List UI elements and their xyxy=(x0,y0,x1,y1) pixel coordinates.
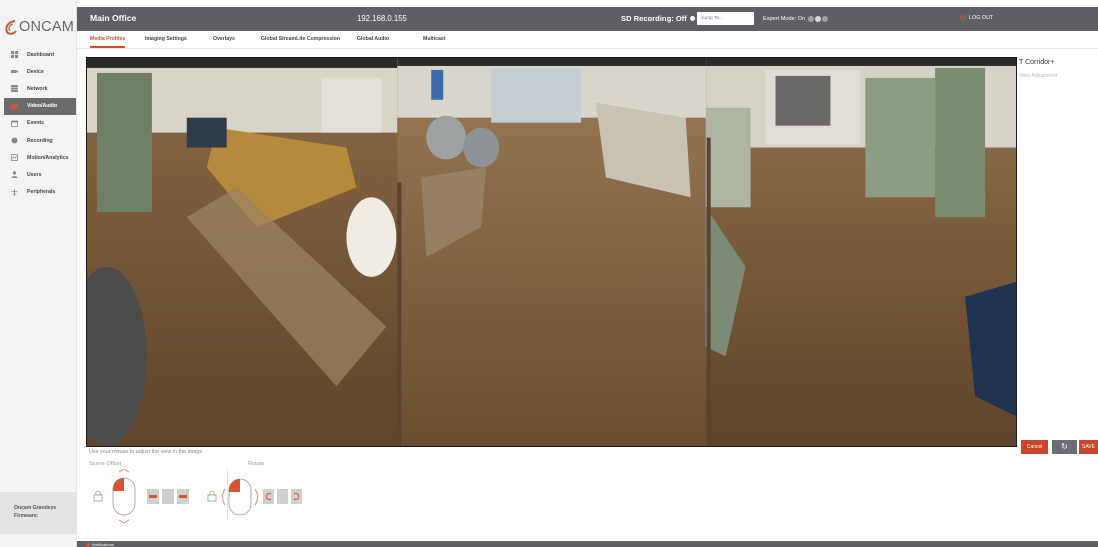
sidebar-item-users[interactable]: Users xyxy=(4,166,76,183)
sidebar-item-label: Video/Audio xyxy=(27,103,58,110)
sidebar-item-label: Motion/Analytics xyxy=(27,154,69,161)
rotate-label: Rotate xyxy=(248,461,265,467)
toggle-dot-icon xyxy=(815,16,822,22)
notifications-label: Notifications xyxy=(92,542,114,547)
sidebar-item-label: Network xyxy=(27,85,48,92)
rotate-keys[interactable] xyxy=(263,489,303,504)
toggle-dot-icon xyxy=(808,16,815,22)
jump-to-input[interactable] xyxy=(697,12,754,25)
header-bar: Main Office 192.168.0.155 SD Recording: … xyxy=(77,7,1098,31)
view-adjustment-label: View Adjustment xyxy=(1019,73,1058,79)
camera-view[interactable] xyxy=(86,57,1017,447)
sidebar: ONCAM Dashboard Device Network Video/Aud… xyxy=(0,0,77,547)
sidebar-item-label: Recording xyxy=(27,137,53,144)
active-tab-indicator xyxy=(90,46,125,48)
sidebar-item-dashboard[interactable]: Dashboard xyxy=(4,46,76,63)
notification-dot-icon xyxy=(86,542,90,547)
sidebar-item-recording[interactable]: Recording xyxy=(4,132,76,149)
calendar-icon xyxy=(11,120,18,127)
tab-imaging-settings[interactable]: Imaging Settings xyxy=(145,36,187,42)
logout-label: LOG OUT xyxy=(969,15,994,21)
notifications-bar[interactable]: Notifications xyxy=(77,541,1098,547)
network-icon xyxy=(11,85,18,93)
ip-address: 192.168.0.155 xyxy=(357,14,407,23)
grid-icon xyxy=(11,51,18,59)
expert-mode: Expert Mode: On xyxy=(763,15,833,23)
scene-offset-keys[interactable] xyxy=(147,489,189,504)
sidebar-item-motion-analytics[interactable]: Motion/Analytics xyxy=(4,149,76,166)
tab-global-streamlite-compression[interactable]: Global StreamLite Compression xyxy=(261,36,340,42)
firmware-label: Firmware: xyxy=(14,512,39,519)
refresh-button[interactable]: ↻ xyxy=(1052,440,1077,454)
motion-icon xyxy=(11,154,18,162)
camera-icon xyxy=(11,68,18,75)
camera-image xyxy=(87,58,1016,446)
view-hint: Use your mouse to adjust the view in the… xyxy=(89,449,203,455)
profile-name: T Corridor+ xyxy=(1019,59,1055,66)
sidebar-item-label: Dashboard xyxy=(27,51,55,58)
logo-text: ONCAM xyxy=(19,19,74,35)
peripherals-icon xyxy=(11,188,18,196)
toggle-dot-icon xyxy=(822,16,829,22)
logout-button[interactable]: LOG OUT xyxy=(960,15,993,21)
sidebar-item-peripherals[interactable]: Peripherals xyxy=(4,184,76,201)
scene-offset-mouse-control[interactable] xyxy=(111,469,137,524)
tab-overlays[interactable]: Overlays xyxy=(213,36,235,42)
sidebar-item-label: Events xyxy=(27,120,45,127)
sidebar-item-events[interactable]: Events xyxy=(4,115,76,132)
oncam-swoosh-icon xyxy=(5,20,17,35)
notifications[interactable]: Notifications xyxy=(86,542,114,547)
device-info: Oncam Grandeye Firmware: xyxy=(0,492,77,534)
video-icon xyxy=(11,103,18,110)
expert-mode-toggle[interactable] xyxy=(808,15,833,23)
scene-offset-label: Scene Offset xyxy=(89,461,122,467)
sidebar-item-device[interactable]: Device xyxy=(4,63,76,80)
sidebar-item-video-audio[interactable]: Video/Audio xyxy=(4,97,76,115)
rotate-mouse-control[interactable] xyxy=(220,477,260,517)
refresh-icon: ↻ xyxy=(1061,442,1068,451)
tab-media-profiles[interactable]: Media Profiles xyxy=(90,36,125,42)
sidebar-nav: Dashboard Device Network Video/Audio Eve… xyxy=(4,46,76,201)
lock-icon[interactable] xyxy=(207,490,217,502)
tab-multicast[interactable]: Multicast xyxy=(423,36,445,42)
oncam-logo: ONCAM xyxy=(4,14,76,40)
status-dot-icon xyxy=(689,16,695,21)
cancel-button[interactable]: Cancel xyxy=(1021,440,1048,454)
sidebar-item-label: Device xyxy=(27,68,44,75)
site-name: Main Office xyxy=(90,13,137,23)
sd-recording-status[interactable]: SD Recording: Off xyxy=(621,14,695,23)
sd-recording-label: SD Recording: Off xyxy=(621,14,687,23)
save-button[interactable]: SAVE xyxy=(1079,440,1098,454)
user-icon xyxy=(11,171,18,179)
expert-mode-label: Expert Mode: On xyxy=(763,16,806,22)
record-icon xyxy=(11,137,18,144)
sidebar-item-label: Peripherals xyxy=(27,189,56,196)
tab-global-audio[interactable]: Global Audio xyxy=(357,36,389,42)
lock-icon[interactable] xyxy=(93,490,103,502)
device-model-label: Oncam Grandeye xyxy=(14,505,57,511)
tab-bar: Media Profiles Imaging Settings Overlays… xyxy=(77,31,1098,49)
power-icon xyxy=(960,15,966,21)
sidebar-item-label: Users xyxy=(27,171,42,178)
sidebar-item-network[interactable]: Network xyxy=(4,80,76,97)
